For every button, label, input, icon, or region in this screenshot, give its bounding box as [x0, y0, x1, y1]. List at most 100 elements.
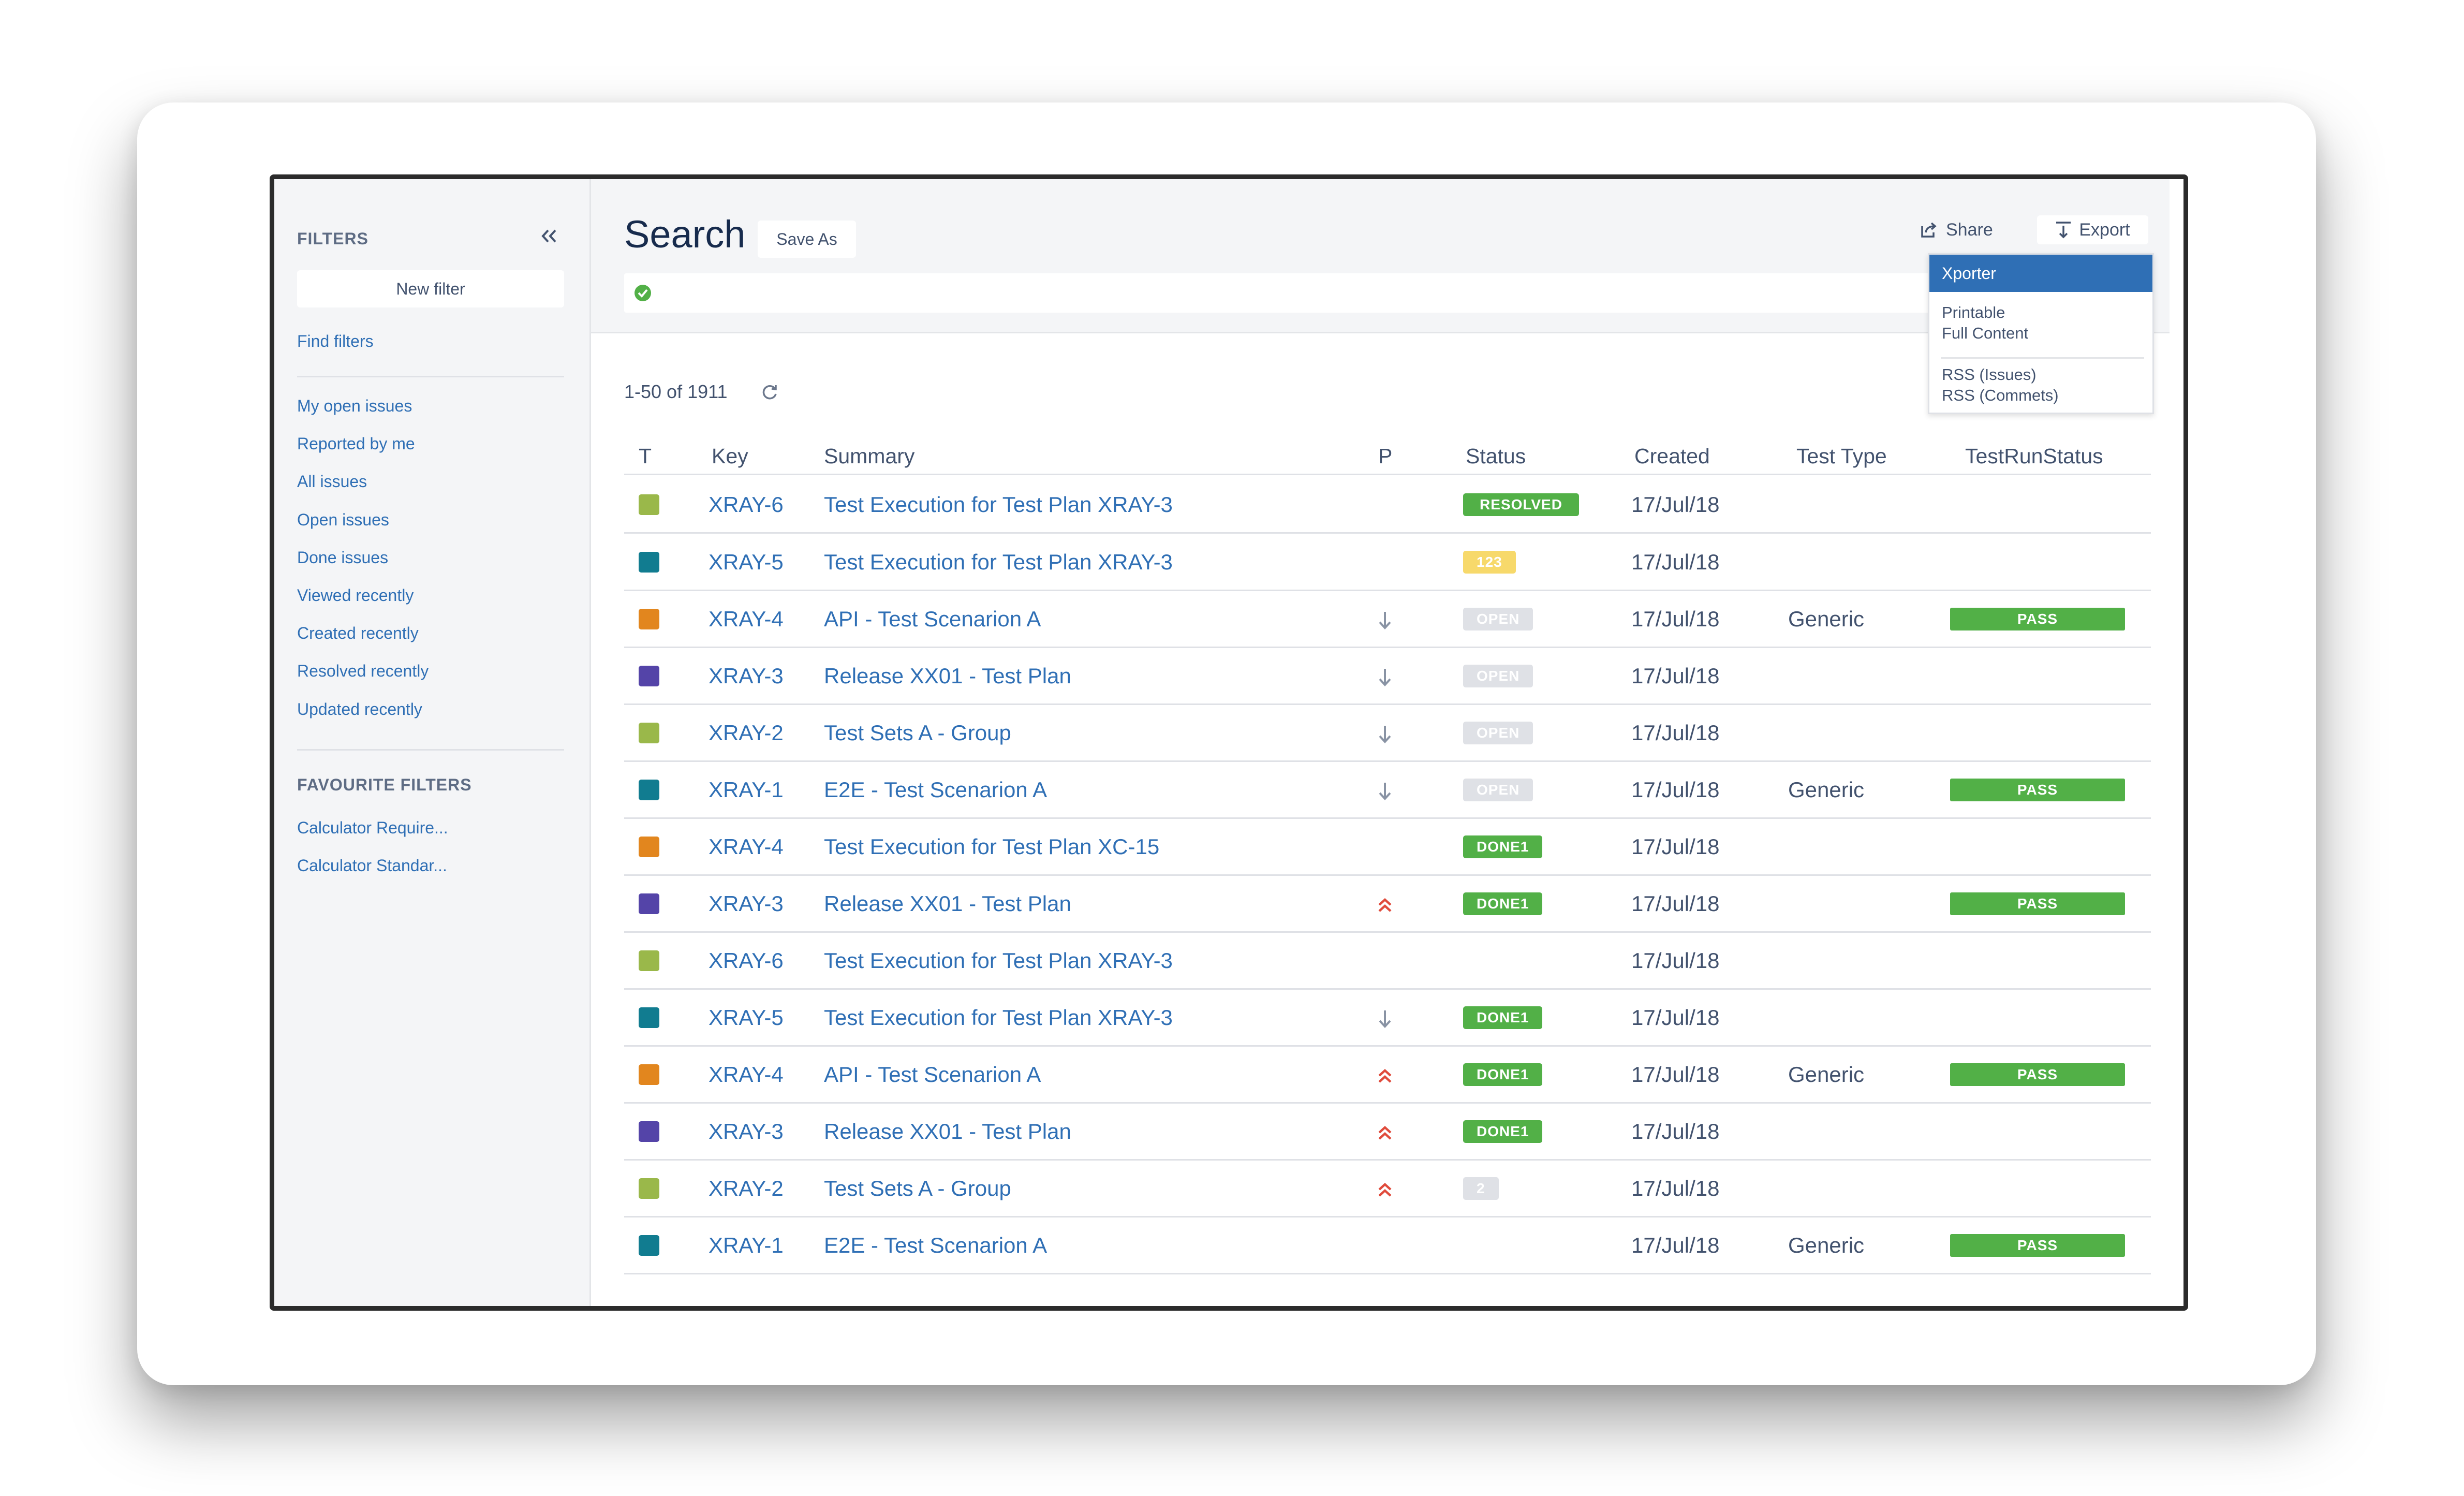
refresh-icon[interactable] [760, 383, 779, 402]
status-lozenge: DONE1 [1463, 1006, 1543, 1029]
column-header-type[interactable]: T [639, 444, 652, 468]
issue-type-icon [639, 1235, 659, 1256]
table-row[interactable]: XRAY-2 Test Sets A - Group 2 17/Jul/18 [591, 1160, 2170, 1218]
filter-open-issues[interactable]: Open issues [297, 510, 389, 530]
issue-summary-link[interactable]: Test Execution for Test Plan XRAY-3 [824, 550, 1173, 575]
menu-item-rss-comments[interactable]: RSS (Commets) [1942, 385, 2152, 406]
export-icon [2056, 222, 2071, 239]
table-row[interactable]: XRAY-1 E2E - Test Scenarion A 17/Jul/18 Gen… [591, 1217, 2170, 1274]
priority-highest-icon [1378, 898, 1392, 912]
share-button[interactable]: Share [1919, 215, 1993, 244]
table-row[interactable]: XRAY-2 Test Sets A - Group OPEN 17/Jul/18 [591, 705, 2170, 762]
table-row[interactable]: XRAY-6 Test Execution for Test Plan XRAY-… [591, 932, 2170, 990]
favourite-filter-item[interactable]: Calculator Require... [297, 818, 448, 838]
issue-key-link[interactable]: XRAY-2 [709, 1176, 784, 1201]
issue-key-link[interactable]: XRAY-3 [709, 664, 784, 688]
issue-key-link[interactable]: XRAY-4 [709, 607, 784, 632]
issue-type-icon [639, 1178, 659, 1199]
issue-summary-link[interactable]: Release XX01 - Test Plan [824, 1119, 1071, 1144]
priority-highest-icon [1378, 1125, 1392, 1140]
menu-group-printable: Printable Full Content [1929, 302, 2152, 344]
issue-summary-link[interactable]: Test Execution for Test Plan XRAY-3 [824, 1005, 1173, 1030]
issue-type-icon [639, 1121, 659, 1142]
table-row[interactable]: XRAY-1 E2E - Test Scenarion A OPEN 17/Jul/1… [591, 761, 2170, 819]
test-type-value: Generic [1788, 778, 1865, 802]
issue-key-link[interactable]: XRAY-2 [709, 721, 784, 745]
check-circle-icon [635, 285, 651, 301]
jql-query-field[interactable] [624, 273, 1939, 313]
issue-key-link[interactable]: XRAY-6 [709, 492, 784, 517]
created-date: 17/Jul/18 [1631, 891, 1720, 916]
test-run-status-badge: PASS [1950, 608, 2125, 630]
filter-created-recently[interactable]: Created recently [297, 624, 419, 643]
save-as-button[interactable]: Save As [758, 221, 856, 258]
sidebar-divider [297, 749, 564, 751]
table-row[interactable]: XRAY-4 Test Execution for Test Plan XC-15… [591, 818, 2170, 876]
issue-type-icon [639, 552, 659, 573]
export-button[interactable]: Export [2037, 215, 2148, 244]
sidebar-divider [297, 376, 564, 377]
table-row[interactable]: XRAY-3 Release XX01 - Test Plan DONE1 17/Ju… [591, 1103, 2170, 1161]
menu-item-printable[interactable]: Printable [1942, 302, 2152, 323]
table-row[interactable]: XRAY-3 Release XX01 - Test Plan OPEN 17/Jul… [591, 648, 2170, 705]
menu-item-full-content[interactable]: Full Content [1942, 323, 2152, 344]
issue-summary-link[interactable]: Release XX01 - Test Plan [824, 891, 1071, 916]
issue-summary-link[interactable]: Test Sets A - Group [824, 721, 1011, 745]
favourite-filter-item[interactable]: Calculator Standar... [297, 856, 447, 875]
issue-key-link[interactable]: XRAY-1 [709, 1233, 784, 1258]
filters-heading: FILTERS [297, 229, 368, 248]
table-row[interactable]: XRAY-5 Test Execution for Test Plan XRAY-… [591, 534, 2170, 591]
menu-item-xporter[interactable]: Xporter [1929, 255, 2152, 292]
issue-key-link[interactable]: XRAY-3 [709, 1119, 784, 1144]
column-header-test-run-status[interactable]: TestRunStatus [1965, 444, 2103, 468]
issue-summary-link[interactable]: API - Test Scenarion A [824, 607, 1041, 632]
double-chevron-left-icon[interactable] [539, 227, 559, 245]
status-lozenge: OPEN [1463, 608, 1533, 630]
column-header-created[interactable]: Created [1634, 444, 1710, 468]
issue-summary-link[interactable]: Release XX01 - Test Plan [824, 664, 1071, 688]
filter-my-open-issues[interactable]: My open issues [297, 397, 412, 416]
issue-key-link[interactable]: XRAY-5 [709, 550, 784, 575]
table-row[interactable]: XRAY-6 Test Execution for Test Plan XRAY-… [591, 476, 2170, 534]
test-type-value: Generic [1788, 1233, 1865, 1257]
table-row[interactable]: XRAY-5 Test Execution for Test Plan XRAY-… [591, 989, 2170, 1047]
table-row[interactable]: XRAY-4 API - Test Scenarion A DONE1 17/Jul/… [591, 1046, 2170, 1104]
issue-summary-link[interactable]: Test Execution for Test Plan XRAY-3 [824, 948, 1173, 973]
priority-highest-icon [1378, 1182, 1392, 1197]
issue-summary-link[interactable]: Test Execution for Test Plan XC-15 [824, 834, 1159, 859]
column-header-test-type[interactable]: Test Type [1796, 444, 1887, 468]
filter-done-issues[interactable]: Done issues [297, 548, 388, 567]
priority-highest-icon [1378, 1068, 1392, 1083]
issue-type-icon [639, 666, 659, 686]
issue-key-link[interactable]: XRAY-3 [709, 891, 784, 916]
issue-summary-link[interactable]: API - Test Scenarion A [824, 1062, 1041, 1087]
column-header-key[interactable]: Key [712, 444, 748, 468]
issue-key-link[interactable]: XRAY-4 [709, 1062, 784, 1087]
issue-summary-link[interactable]: Test Sets A - Group [824, 1176, 1011, 1201]
column-header-status[interactable]: Status [1466, 444, 1526, 468]
new-filter-button[interactable]: New filter [297, 270, 564, 307]
issue-key-link[interactable]: XRAY-6 [709, 948, 784, 973]
filter-reported-by-me[interactable]: Reported by me [297, 434, 415, 453]
column-header-summary[interactable]: Summary [824, 444, 914, 468]
issue-summary-link[interactable]: E2E - Test Scenarion A [824, 778, 1047, 802]
filter-all-issues[interactable]: All issues [297, 472, 367, 491]
find-filters-link[interactable]: Find filters [297, 332, 374, 351]
filter-updated-recently[interactable]: Updated recently [297, 700, 422, 719]
share-icon [1921, 222, 1937, 238]
status-lozenge: DONE1 [1463, 1120, 1543, 1143]
filter-resolved-recently[interactable]: Resolved recently [297, 662, 429, 681]
column-header-priority[interactable]: P [1378, 444, 1392, 468]
filter-viewed-recently[interactable]: Viewed recently [297, 586, 414, 605]
priority-low-icon [1379, 612, 1391, 629]
menu-group-rss: RSS (Issues) RSS (Commets) [1929, 364, 2152, 406]
issue-summary-link[interactable]: Test Execution for Test Plan XRAY-3 [824, 492, 1173, 517]
table-row[interactable]: XRAY-4 API - Test Scenarion A OPEN 17/Jul/1… [591, 591, 2170, 648]
issue-key-link[interactable]: XRAY-5 [709, 1005, 784, 1030]
issue-key-link[interactable]: XRAY-1 [709, 778, 784, 802]
issue-key-link[interactable]: XRAY-4 [709, 834, 784, 859]
issue-type-icon [639, 1064, 659, 1085]
issue-summary-link[interactable]: E2E - Test Scenarion A [824, 1233, 1047, 1258]
table-row[interactable]: XRAY-3 Release XX01 - Test Plan DONE1 17/Ju… [591, 875, 2170, 933]
menu-item-rss-issues[interactable]: RSS (Issues) [1942, 364, 2152, 385]
